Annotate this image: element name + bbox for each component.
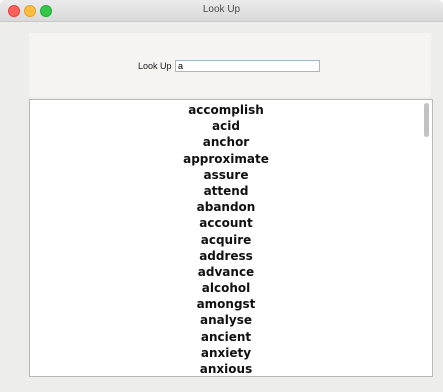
list-item[interactable]: anxiety [30,345,422,361]
scrollbar[interactable] [423,102,430,374]
word-list[interactable]: accomplish acid anchor approximate assure att… [30,102,422,376]
lookup-input[interactable] [175,60,320,72]
list-item[interactable]: accomplish [30,102,422,118]
list-item[interactable]: anchor [30,134,422,150]
app-window: Look Up Look Up accomplishacidanchorappr… [0,0,443,392]
list-item[interactable]: account [30,215,422,231]
lookup-label: Look Up [138,61,172,71]
list-item[interactable]: attend [30,183,422,199]
list-item[interactable]: amongst [30,296,422,312]
list-item[interactable]: address [30,248,422,264]
list-item[interactable]: abandon [30,199,422,215]
window-title: Look Up [202,4,241,15]
list-item[interactable]: acquire [30,232,422,248]
word-list-panel[interactable]: accomplish acid anchor approximate assure att… [29,99,433,377]
list-item[interactable]: advance [30,264,422,280]
list-item[interactable]: assure [30,167,422,183]
list-item[interactable]: acid [30,118,422,134]
list-item[interactable]: anxious [30,361,422,376]
list-item[interactable]: approximate [30,151,422,167]
list-item[interactable]: analyse [30,312,422,328]
title-bar[interactable]: Look Up [0,0,443,22]
list-item[interactable]: alcohol [30,280,422,296]
scrollbar-thumb[interactable] [424,103,429,137]
list-item[interactable]: ancient [30,329,422,345]
